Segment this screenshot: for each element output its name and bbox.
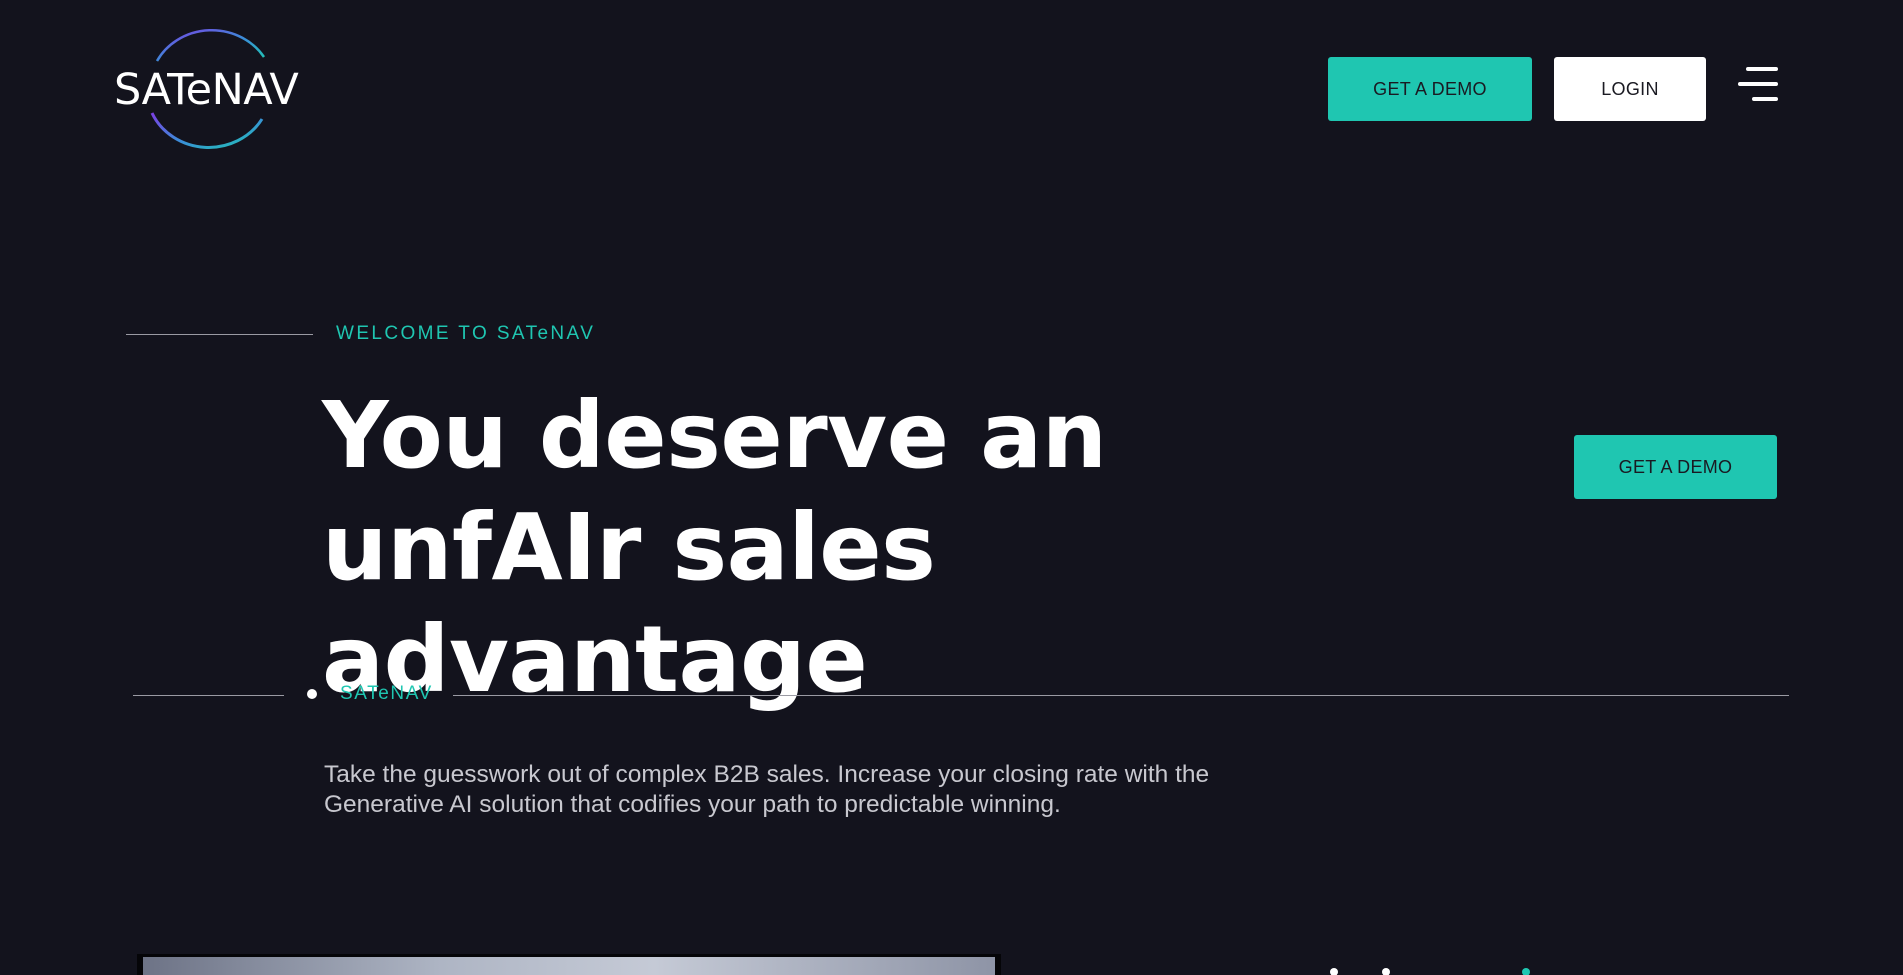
logo-wordmark: SATeNAV bbox=[114, 65, 299, 115]
decorative-dot bbox=[1382, 968, 1390, 975]
decorative-dot bbox=[1330, 968, 1338, 975]
site-logo[interactable]: SATeNAV bbox=[112, 27, 318, 151]
hamburger-menu-icon[interactable] bbox=[1738, 67, 1778, 103]
section-label: SATeNAV bbox=[340, 683, 433, 704]
hero-title: You deserve an unfAIr sales advantage bbox=[322, 382, 1107, 713]
hero-get-demo-button[interactable]: GET A DEMO bbox=[1574, 435, 1777, 499]
menu-line bbox=[1738, 82, 1778, 86]
section-divider-left bbox=[133, 695, 284, 696]
header-get-demo-button[interactable]: GET A DEMO bbox=[1328, 57, 1532, 121]
menu-line bbox=[1746, 67, 1778, 71]
menu-line bbox=[1752, 97, 1778, 101]
decorative-dot bbox=[1522, 968, 1530, 975]
section-divider-right bbox=[453, 695, 1789, 696]
hero-description: Take the guesswork out of complex B2B sa… bbox=[324, 761, 1210, 818]
login-button[interactable]: LOGIN bbox=[1554, 57, 1706, 121]
hero-eyebrow: WELCOME TO SATeNAV bbox=[336, 323, 596, 344]
eyebrow-divider bbox=[126, 334, 313, 335]
video-preview-image bbox=[143, 957, 995, 975]
section-dot bbox=[307, 689, 317, 699]
